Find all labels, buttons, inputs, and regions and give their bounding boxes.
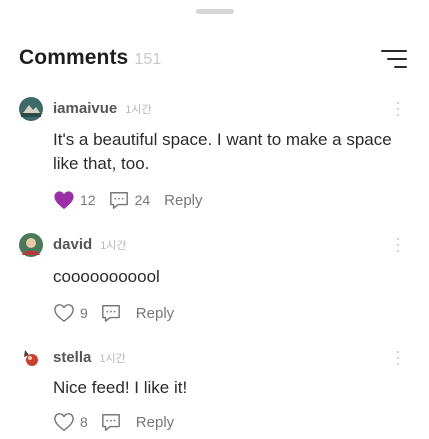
like-button[interactable]: 9 (53, 303, 88, 323)
menu-line (381, 50, 407, 52)
comment-actions: 9 Reply (53, 301, 174, 325)
avatar[interactable] (19, 346, 43, 370)
page-title: Comments 151 (19, 46, 161, 70)
username[interactable]: iamaivue (53, 100, 117, 117)
comment-meta: david 1시간 (53, 233, 127, 257)
comments-count: 151 (134, 51, 162, 68)
timestamp: 1시간 (100, 240, 127, 252)
more-options-icon[interactable] (395, 99, 401, 119)
avatar-image (19, 97, 43, 121)
comment-text: cooooooooool (53, 267, 160, 286)
reply-count: 24 (134, 192, 151, 208)
comment-actions: 12 24 Reply (53, 188, 203, 212)
username[interactable]: stella (53, 349, 91, 366)
heart-filled-icon (54, 191, 74, 210)
avatar-image (19, 233, 43, 257)
chat-bubble-icon (101, 414, 120, 431)
more-options-icon[interactable] (395, 348, 401, 368)
comment-meta: iamaivue 1시간 (53, 97, 152, 121)
reply-button[interactable]: Reply (136, 305, 174, 322)
menu-line (387, 58, 407, 60)
like-count: 8 (80, 414, 88, 430)
username[interactable]: david (53, 236, 92, 253)
sort-menu-icon[interactable] (381, 48, 407, 70)
heart-outline-icon (54, 304, 74, 322)
menu-line (394, 66, 407, 68)
comment-text: It's a beautiful space. I want to make a… (53, 130, 392, 173)
comment-actions: 8 Reply (53, 410, 174, 434)
heart-outline-icon (54, 413, 74, 431)
avatar-image (19, 346, 43, 370)
replies-button[interactable] (100, 303, 122, 323)
drag-handle[interactable] (196, 9, 234, 14)
like-button[interactable]: 8 (53, 412, 88, 432)
replies-button[interactable]: 24 (108, 190, 151, 210)
comments-title: Comments (19, 46, 129, 69)
chat-bubble-icon (109, 192, 128, 209)
reply-button[interactable]: Reply (164, 192, 202, 209)
more-options-icon[interactable] (395, 235, 401, 255)
avatar[interactable] (19, 233, 43, 257)
like-count: 9 (80, 305, 88, 321)
like-count: 12 (80, 192, 96, 208)
chat-bubble-icon (101, 305, 120, 322)
timestamp: 1시간 (99, 353, 126, 365)
comment-meta: stella 1시간 (53, 346, 126, 370)
comments-header: Comments 151 (0, 40, 429, 76)
comment-text: Nice feed! I like it! (53, 378, 188, 397)
like-button[interactable]: 12 (53, 190, 96, 210)
avatar[interactable] (19, 97, 43, 121)
timestamp: 1시간 (125, 104, 152, 116)
reply-button[interactable]: Reply (136, 414, 174, 431)
replies-button[interactable] (100, 412, 122, 432)
